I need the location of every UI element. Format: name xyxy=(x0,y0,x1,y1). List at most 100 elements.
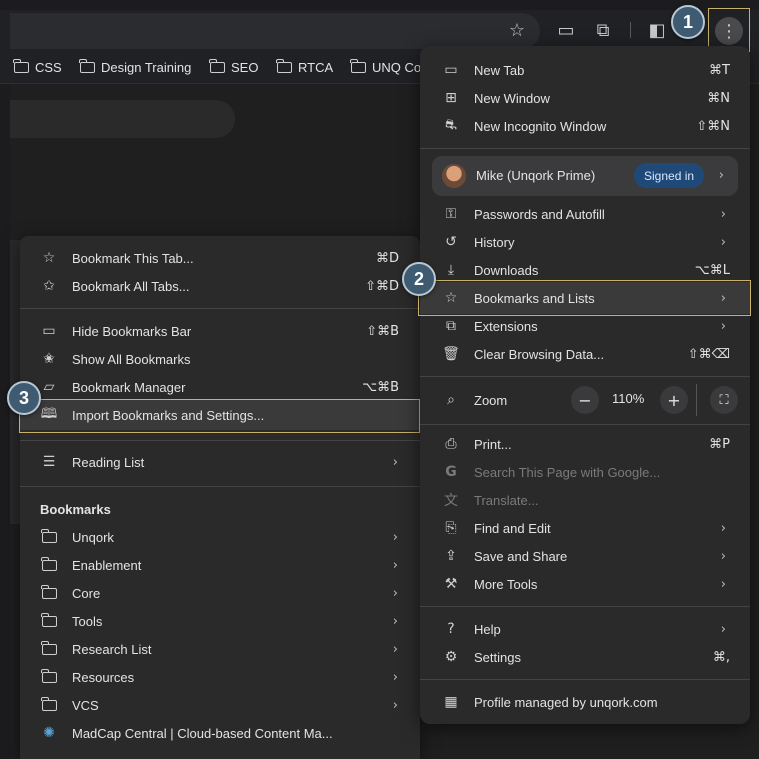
print-item[interactable]: ⎙ Print... ⌘P xyxy=(420,430,750,458)
chevron-right-icon: › xyxy=(392,557,398,573)
address-bar[interactable] xyxy=(10,13,540,49)
menu-item-label: Search This Page with Google... xyxy=(474,464,661,480)
page-search-field[interactable] xyxy=(10,100,235,138)
shortcut-label: ⌘N xyxy=(707,90,730,106)
reading-list-item[interactable]: ☰ Reading List › xyxy=(20,448,420,476)
chevron-right-icon: › xyxy=(392,454,398,470)
shortcut-label: ⌥⌘L xyxy=(694,262,730,278)
chevron-right-icon: › xyxy=(392,697,398,713)
folder-icon xyxy=(350,59,366,73)
new-tab-item[interactable]: ▭ New Tab ⌘T xyxy=(420,56,750,84)
trash-icon: 🗑 xyxy=(442,346,460,362)
new-window-icon: ⊞ xyxy=(445,90,457,106)
new-window-item[interactable]: ⊞ New Window ⌘N xyxy=(420,84,750,112)
menu-item-label: Reading List xyxy=(72,454,145,470)
help-item[interactable]: ? Help › xyxy=(420,615,750,643)
bookmark-folder-item[interactable]: Research List › xyxy=(20,635,420,663)
menu-item-label: Resources xyxy=(72,669,135,685)
zoom-label: Zoom xyxy=(474,392,508,408)
menu-item-label: Translate... xyxy=(474,492,539,508)
bookmark-folder-item[interactable]: Core › xyxy=(20,579,420,607)
avatar xyxy=(442,164,466,188)
shortcut-label: ⇧⌘D xyxy=(365,278,399,294)
menu-divider xyxy=(420,606,750,607)
fullscreen-icon[interactable]: ⛶ xyxy=(710,386,738,414)
menu-item-label: Profile managed by unqork.com xyxy=(474,694,658,710)
chevron-right-icon: › xyxy=(720,206,726,222)
hide-bookmarks-bar-item[interactable]: ▭ Hide Bookmarks Bar ⇧⌘B xyxy=(20,317,420,345)
translate-icon: 文 xyxy=(444,493,458,509)
cast-icon[interactable]: ▭ xyxy=(552,16,580,44)
bookmark-folder-item[interactable]: Tools › xyxy=(20,607,420,635)
menu-item-label: Bookmark All Tabs... xyxy=(72,278,190,294)
chevron-right-icon: › xyxy=(718,168,724,183)
save-share-icon: ⇪ xyxy=(445,548,457,564)
puzzle-icon: ⧉ xyxy=(446,318,456,334)
toolbox-icon: ⚒ xyxy=(444,576,458,592)
clear-browsing-data-item[interactable]: 🗑 Clear Browsing Data... ⇧⌘⌫ xyxy=(420,340,750,368)
show-all-bookmarks-item[interactable]: ✬ Show All Bookmarks xyxy=(20,345,420,373)
menu-item-label: Settings xyxy=(474,649,521,665)
zoom-in-button[interactable]: + xyxy=(660,386,688,414)
bookmark-link-madcap[interactable]: ✺ MadCap Central | Cloud-based Content M… xyxy=(20,719,420,747)
bookmark-folder-design-training[interactable]: Design Training xyxy=(79,59,191,75)
star-icon[interactable]: ☆ xyxy=(503,16,531,44)
bookmark-folder-item[interactable]: Enablement › xyxy=(20,551,420,579)
search-with-google-item: G Search This Page with Google... xyxy=(420,458,750,486)
bookmarks-highlight xyxy=(418,280,751,316)
chevron-right-icon: › xyxy=(392,641,398,657)
reading-list-icon: ☰ xyxy=(42,454,56,470)
bookmark-this-tab-item[interactable]: ☆ Bookmark This Tab... ⌘D xyxy=(20,244,420,272)
chevron-right-icon: › xyxy=(392,613,398,629)
bookmark-folder-seo[interactable]: SEO xyxy=(209,59,258,75)
toolbar-divider xyxy=(630,22,631,38)
menu-item-label: VCS xyxy=(72,697,99,713)
shortcut-label: ⌘P xyxy=(709,436,730,452)
menu-item-label: Bookmark Manager xyxy=(72,379,186,395)
profile-name: Mike (Unqork Prime) xyxy=(476,168,596,183)
bookmark-all-tabs-item[interactable]: ✩ Bookmark All Tabs... ⇧⌘D xyxy=(20,272,420,300)
folder-icon xyxy=(13,59,29,73)
menu-item-label: History xyxy=(474,234,515,250)
gear-icon: ⚙ xyxy=(444,649,458,665)
zoom-row: ⌕ Zoom − 110% + ⛶ xyxy=(420,384,750,416)
side-panel-icon[interactable]: ◧ xyxy=(643,16,671,44)
menu-item-label: Passwords and Autofill xyxy=(474,206,605,222)
translate-item: 文 Translate... xyxy=(420,486,750,514)
more-tools-item[interactable]: ⚒ More Tools › xyxy=(420,570,750,598)
managed-profile-item[interactable]: ▦ Profile managed by unqork.com xyxy=(420,688,750,716)
shortcut-label: ⇧⌘B xyxy=(366,323,399,339)
folder-icon xyxy=(40,696,58,714)
bookmark-folder-css[interactable]: CSS xyxy=(13,59,62,75)
menu-item-label: More Tools xyxy=(474,576,538,592)
menu-item-label: Research List xyxy=(72,641,152,657)
save-share-item[interactable]: ⇪ Save and Share › xyxy=(420,542,750,570)
bookmark-folder-item[interactable]: VCS › xyxy=(20,691,420,719)
profile-item[interactable]: Mike (Unqork Prime) Signed in › xyxy=(432,156,738,196)
madcap-favicon-icon: ✺ xyxy=(43,725,55,741)
menu-item-label: MadCap Central | Cloud-based Content Ma.… xyxy=(72,725,333,741)
chrome-main-menu: ▭ New Tab ⌘T ⊞ New Window ⌘N ⛐ New Incog… xyxy=(418,46,751,724)
bookmark-folder-unq[interactable]: UNQ Co xyxy=(350,59,421,75)
bookmark-folder-label: CSS xyxy=(35,60,62,75)
bookmark-folder-label: RTCA xyxy=(298,60,334,75)
menu-divider xyxy=(20,440,420,441)
find-edit-item[interactable]: ⎘ Find and Edit › xyxy=(420,514,750,542)
history-item[interactable]: ↺ History › xyxy=(420,228,750,256)
extensions-item[interactable]: ⧉ Extensions › xyxy=(420,312,750,340)
zoom-out-button[interactable]: − xyxy=(571,386,599,414)
new-incognito-item[interactable]: ⛐ New Incognito Window ⇧⌘N xyxy=(420,112,750,140)
menu-item-label: Extensions xyxy=(474,318,538,334)
bookmark-manager-item[interactable]: ▱ Bookmark Manager ⌥⌘B xyxy=(20,373,420,401)
bookmarks-heading: Bookmarks xyxy=(40,502,111,517)
folder-icon xyxy=(79,59,95,73)
settings-item[interactable]: ⚙ Settings ⌘, xyxy=(420,643,750,671)
bookmark-folder-item[interactable]: Resources › xyxy=(20,663,420,691)
bookmark-folder-rtca[interactable]: RTCA xyxy=(276,59,334,75)
passwords-autofill-item[interactable]: ⚿ Passwords and Autofill › xyxy=(420,200,750,228)
new-tab-icon: ▭ xyxy=(444,62,458,78)
folder-icon xyxy=(209,59,225,73)
bookmark-folder-item[interactable]: Unqork › xyxy=(20,523,420,551)
menu-item-label: Clear Browsing Data... xyxy=(474,346,605,362)
extensions-icon[interactable]: ⧉ xyxy=(589,16,617,44)
